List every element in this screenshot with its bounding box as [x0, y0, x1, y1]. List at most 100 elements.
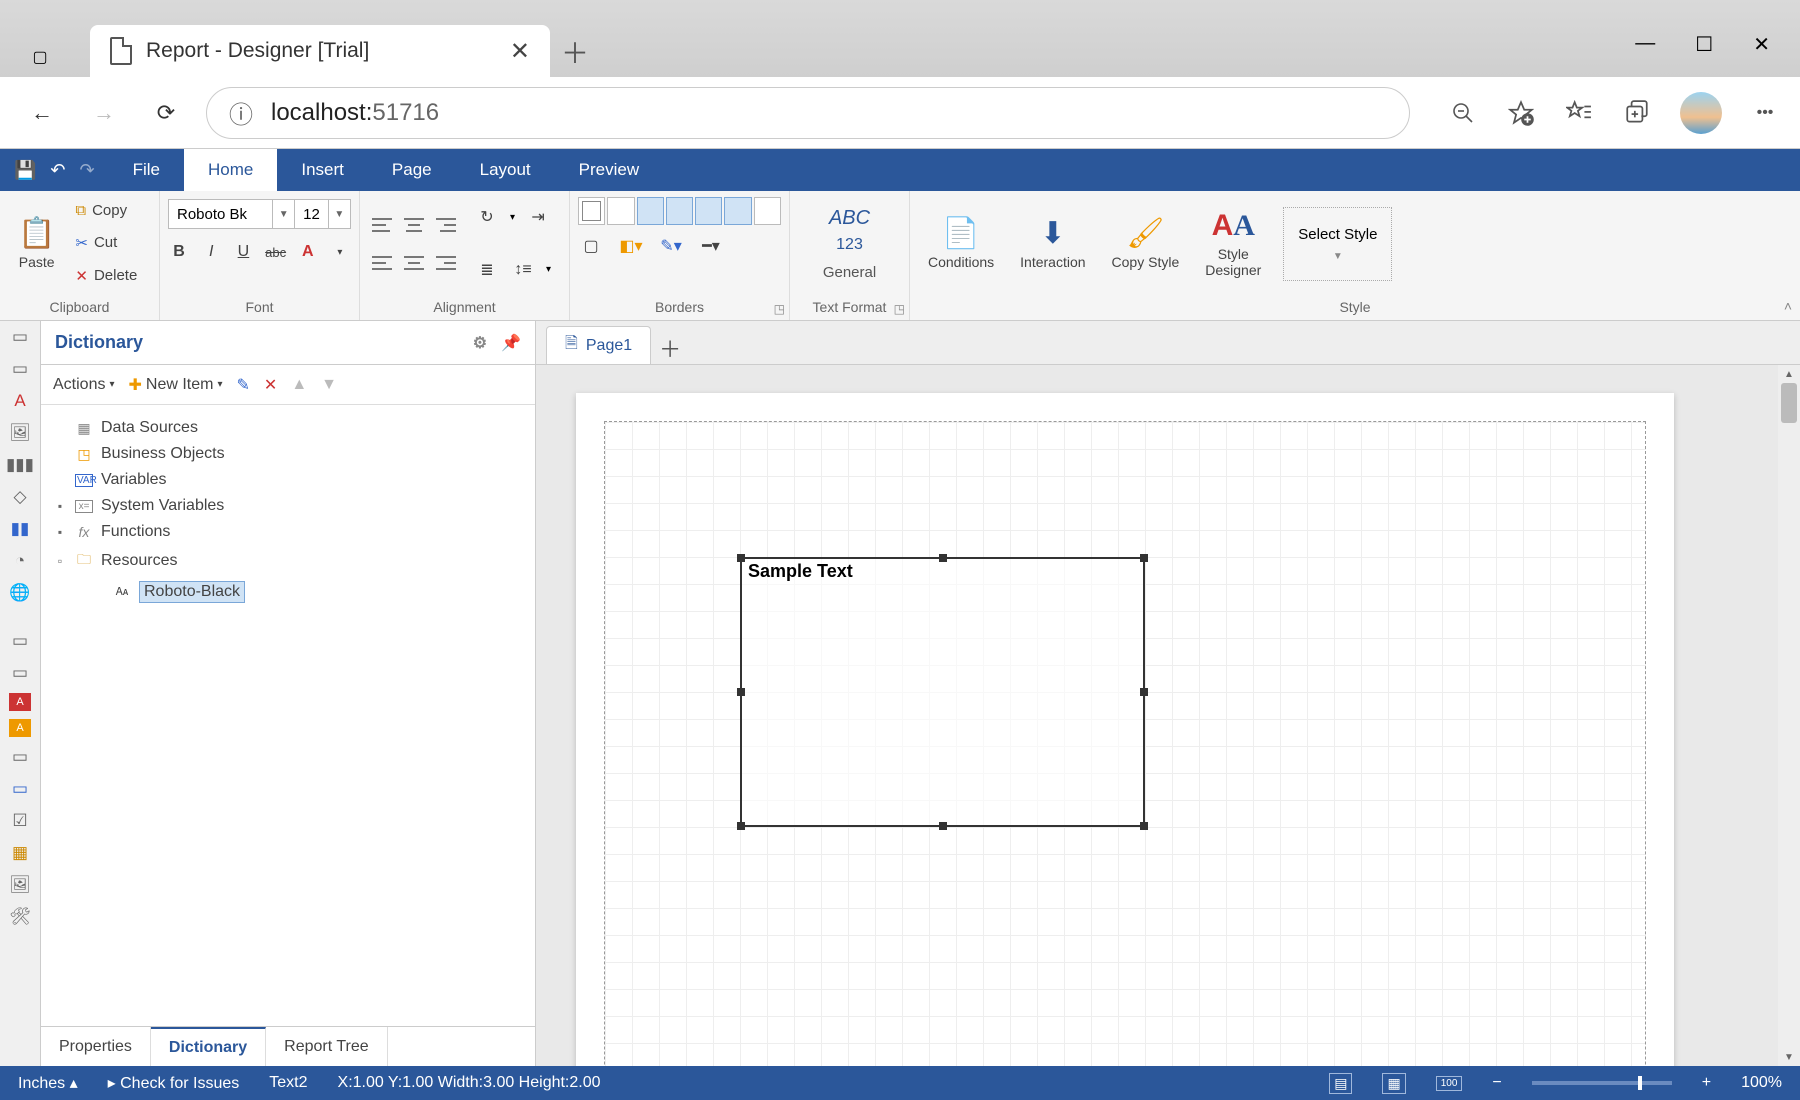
resize-handle[interactable]	[1140, 688, 1148, 696]
tab-home[interactable]: Home	[184, 149, 277, 191]
scroll-down-icon[interactable]: ▼	[1778, 1048, 1800, 1066]
font-color-button[interactable]: A	[297, 239, 319, 265]
font-name-select[interactable]: Roboto Bk	[169, 200, 272, 228]
actions-dropdown[interactable]: Actions ▾	[53, 376, 115, 394]
tab-insert[interactable]: Insert	[277, 149, 368, 191]
cut-button[interactable]: ✂Cut	[71, 232, 141, 254]
favorites-list-icon[interactable]	[1564, 98, 1594, 128]
border-bottom-button[interactable]	[724, 197, 751, 225]
tree-node-business-objects[interactable]: ◳Business Objects	[53, 441, 523, 467]
border-outside-button[interactable]	[754, 197, 781, 225]
align-bottom-center[interactable]	[400, 246, 428, 280]
tab-page[interactable]: Page	[368, 149, 456, 191]
text-component[interactable]: Sample Text	[740, 557, 1145, 827]
page-tab-1[interactable]: 🗎Page1	[546, 326, 651, 364]
tab-file[interactable]: File	[109, 149, 184, 191]
tree-node-system-variables[interactable]: ▪x=System Variables	[53, 493, 523, 519]
tree-node-resources[interactable]: ▫🗀Resources	[53, 545, 523, 577]
zoom-in-button[interactable]: +	[1702, 1074, 1711, 1092]
scroll-up-icon[interactable]: ▲	[1778, 365, 1800, 383]
view-mode-2-icon[interactable]: ▦	[1382, 1073, 1405, 1094]
tool-picture-icon[interactable]: 🖼	[5, 873, 35, 897]
pin-icon[interactable]: 📌	[501, 333, 521, 353]
save-icon[interactable]: 💾	[14, 160, 36, 181]
edit-icon[interactable]: ✎	[237, 375, 250, 395]
shadow-button[interactable]: ▢	[578, 233, 604, 259]
tool-chart-icon[interactable]: ▮▮	[5, 517, 35, 541]
resize-handle[interactable]	[1140, 554, 1148, 562]
border-none-button[interactable]	[607, 197, 634, 225]
word-wrap-button[interactable]: ⇥	[525, 204, 551, 230]
font-size-select[interactable]: 12	[294, 200, 327, 228]
delete-button[interactable]: ✕Delete	[71, 265, 141, 287]
maximize-icon[interactable]: ☐	[1695, 32, 1713, 57]
align-top-right[interactable]	[432, 208, 460, 242]
collapse-ribbon-icon[interactable]: ˄	[1784, 298, 1792, 314]
style-designer-button[interactable]: AAStyle Designer	[1195, 205, 1271, 282]
border-all-button[interactable]	[578, 197, 605, 225]
tool-image-icon[interactable]: 🖼	[5, 421, 35, 445]
new-item-dropdown[interactable]: ✚New Item ▾	[129, 375, 223, 395]
tree-node-roboto-black[interactable]: 🗛Roboto-Black	[53, 577, 523, 607]
tool-gauge-icon[interactable]: ◔	[5, 549, 35, 573]
profile-avatar[interactable]	[1680, 92, 1722, 134]
align-top-left[interactable]	[368, 208, 396, 242]
minimize-icon[interactable]: —	[1635, 32, 1655, 57]
tool-text-icon[interactable]: A	[5, 389, 35, 413]
resize-handle[interactable]	[939, 554, 947, 562]
paste-button[interactable]: 📋 Paste	[8, 195, 65, 292]
back-button[interactable]: ←	[20, 91, 64, 135]
panel-tab-dictionary[interactable]: Dictionary	[151, 1027, 266, 1066]
forward-button[interactable]: →	[82, 91, 126, 135]
align-top-center[interactable]	[400, 208, 428, 242]
interaction-button[interactable]: ⬇Interaction	[1010, 212, 1095, 274]
fill-color-button[interactable]: ◧▾	[618, 233, 644, 259]
zoom-slider[interactable]	[1532, 1081, 1672, 1085]
favorite-icon[interactable]	[1506, 98, 1536, 128]
bold-button[interactable]: B	[168, 239, 190, 265]
url-input[interactable]: ⓘ localhost:51716	[206, 87, 1410, 139]
browser-tab[interactable]: Report - Designer [Trial] ✕	[90, 25, 550, 77]
more-icon[interactable]: •••	[1750, 98, 1780, 128]
tab-preview[interactable]: Preview	[555, 149, 663, 191]
view-mode-1-icon[interactable]: ▤	[1329, 1073, 1352, 1094]
underline-button[interactable]: U	[232, 239, 254, 265]
refresh-button[interactable]: ⟳	[144, 91, 188, 135]
gear-icon[interactable]: ⚙	[473, 333, 487, 353]
close-window-icon[interactable]: ✕	[1753, 32, 1770, 57]
textformat-dialog-icon[interactable]: ◳	[894, 302, 905, 316]
zoom-out-button[interactable]: −	[1492, 1074, 1501, 1092]
report-page[interactable]: Sample Text al	[576, 393, 1674, 1066]
check-issues-button[interactable]: ▸ Check for Issues	[108, 1073, 240, 1093]
tool-clone-icon[interactable]: ▭	[5, 661, 35, 685]
site-info-icon[interactable]: ⓘ	[229, 95, 253, 130]
resize-handle[interactable]	[1140, 822, 1148, 830]
tree-node-functions[interactable]: ▪fxFunctions	[53, 519, 523, 545]
new-tab-button[interactable]: ＋	[550, 27, 600, 77]
align-justify-button[interactable]: ≣	[474, 257, 500, 283]
collections-icon[interactable]	[1622, 98, 1652, 128]
tree-node-variables[interactable]: VARVariables	[53, 467, 523, 493]
tool-barcode-icon[interactable]: ▮▮▮	[5, 453, 35, 477]
tool-subreport-icon[interactable]: ▭	[5, 745, 35, 769]
font-size-dropdown[interactable]: ▼	[328, 200, 350, 228]
scroll-thumb[interactable]	[1781, 383, 1797, 423]
undo-icon[interactable]: ↶	[50, 160, 65, 181]
tool-zipcode-icon[interactable]: ▭	[5, 777, 35, 801]
close-tab-icon[interactable]: ✕	[510, 37, 530, 66]
select-style-button[interactable]: Select Style ▼	[1283, 207, 1392, 281]
resize-handle[interactable]	[737, 688, 745, 696]
resize-handle[interactable]	[737, 554, 745, 562]
delete-item-icon[interactable]: ✕	[264, 375, 277, 395]
borders-dialog-icon[interactable]: ◳	[774, 302, 785, 316]
resize-handle[interactable]	[737, 822, 745, 830]
tab-actions-button[interactable]: ▢	[10, 37, 70, 77]
move-down-icon[interactable]: ▼	[321, 376, 337, 394]
italic-button[interactable]: I	[200, 239, 222, 265]
border-right-button[interactable]	[695, 197, 722, 225]
text-format-general[interactable]: General	[823, 264, 876, 281]
copy-style-button[interactable]: 🖌Copy Style	[1102, 212, 1190, 274]
tool-richtext-icon[interactable]: A	[9, 693, 31, 711]
tool-panel-icon[interactable]: ▭	[5, 629, 35, 653]
font-color-dropdown[interactable]: ▾	[329, 239, 351, 265]
